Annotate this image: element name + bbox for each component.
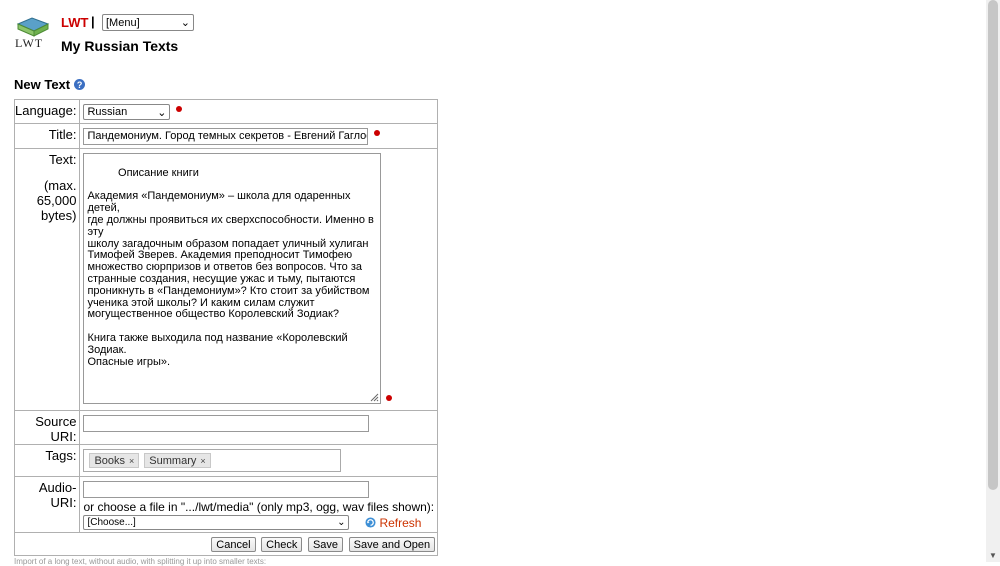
audio-uri-label: Audio-URI:	[13, 476, 81, 533]
save-and-open-button[interactable]: Save and Open	[348, 537, 436, 553]
tags-cell: Books × Summary ×	[79, 444, 439, 477]
resize-grip-icon[interactable]	[370, 393, 379, 402]
language-select[interactable]: Russian ⌄	[83, 104, 171, 120]
language-label: Language:	[13, 99, 81, 124]
button-row: Cancel Check Save Save and Open	[13, 531, 439, 557]
brand-separator: |	[91, 14, 95, 29]
tag-label: Summary	[149, 454, 197, 467]
check-button[interactable]: Check	[261, 537, 303, 553]
brand-link[interactable]: LWT	[61, 15, 88, 30]
media-file-select-value: [Choose...]	[87, 517, 136, 528]
chevron-down-icon: ⌄	[180, 17, 190, 29]
remove-tag-icon[interactable]: ×	[200, 456, 205, 466]
logo-caption: LWT	[15, 36, 44, 50]
language-select-value: Russian	[87, 106, 128, 118]
source-uri-cell	[79, 410, 439, 445]
text-label-cell: Text: (max. 65,000 bytes)	[13, 148, 81, 411]
source-uri-input[interactable]	[83, 415, 370, 432]
save-button[interactable]: Save	[307, 537, 344, 553]
refresh-icon	[365, 517, 376, 528]
cancel-button[interactable]: Cancel	[211, 537, 256, 553]
section-title-text: New Text	[14, 77, 71, 92]
remove-tag-icon[interactable]: ×	[129, 456, 134, 466]
scrollbar-thumb[interactable]	[988, 0, 998, 490]
text-textarea-value: Описание книги Академия «Пандемониум» – …	[87, 166, 374, 368]
media-file-row: [Choose...] ⌄ Refresh	[83, 515, 434, 530]
audio-uri-input[interactable]	[83, 481, 370, 498]
refresh-label: Refresh	[379, 515, 422, 530]
media-choose-hint: or choose a file in ".../lwt/media" (onl…	[83, 500, 435, 514]
page: LWT LWT | [Menu] ⌄ My Russian Texts New …	[0, 0, 986, 566]
text-size-hint: (max. 65,000 bytes)	[36, 178, 77, 223]
text-cell: Описание книги Академия «Пандемониум» – …	[79, 148, 439, 411]
help-icon[interactable]: ?	[74, 79, 86, 90]
menu-select[interactable]: [Menu] ⌄	[102, 14, 194, 31]
chevron-down-icon: ⌄	[157, 106, 167, 119]
title-label: Title:	[13, 123, 81, 149]
text-textarea[interactable]: Описание книги Академия «Пандемониум» – …	[83, 153, 382, 404]
section-title: New Text ?	[14, 77, 86, 92]
menu-select-value: [Menu]	[106, 16, 140, 29]
tag-label: Books	[94, 454, 126, 467]
required-marker-icon	[386, 395, 393, 401]
vertical-scrollbar[interactable]: ▼	[986, 0, 1000, 562]
tags-input[interactable]: Books × Summary ×	[83, 449, 342, 472]
source-uri-label: Source URI:	[13, 410, 81, 445]
title-input[interactable]: Пандемониум. Город темных секретов - Евг…	[83, 128, 369, 145]
required-marker-icon	[374, 130, 381, 136]
language-cell: Russian ⌄	[79, 99, 439, 124]
refresh-link[interactable]: Refresh	[365, 516, 421, 530]
scroll-down-arrow-icon[interactable]: ▼	[989, 551, 997, 560]
chevron-down-icon: ⌄	[337, 517, 346, 528]
new-text-form: Language: Russian ⌄ Title: Пандемониум. …	[13, 99, 439, 557]
tag-chip-books[interactable]: Books ×	[89, 453, 140, 468]
text-label: Text:	[48, 152, 77, 167]
tag-chip-summary[interactable]: Summary ×	[144, 453, 211, 468]
media-file-select[interactable]: [Choose...] ⌄	[83, 515, 350, 530]
tags-label: Tags:	[13, 444, 81, 477]
title-cell: Пандемониум. Город темных секретов - Евг…	[79, 123, 439, 149]
required-marker-icon	[176, 106, 183, 112]
page-title: My Russian Texts	[61, 38, 179, 54]
audio-uri-cell: or choose a file in ".../lwt/media" (onl…	[79, 476, 439, 533]
